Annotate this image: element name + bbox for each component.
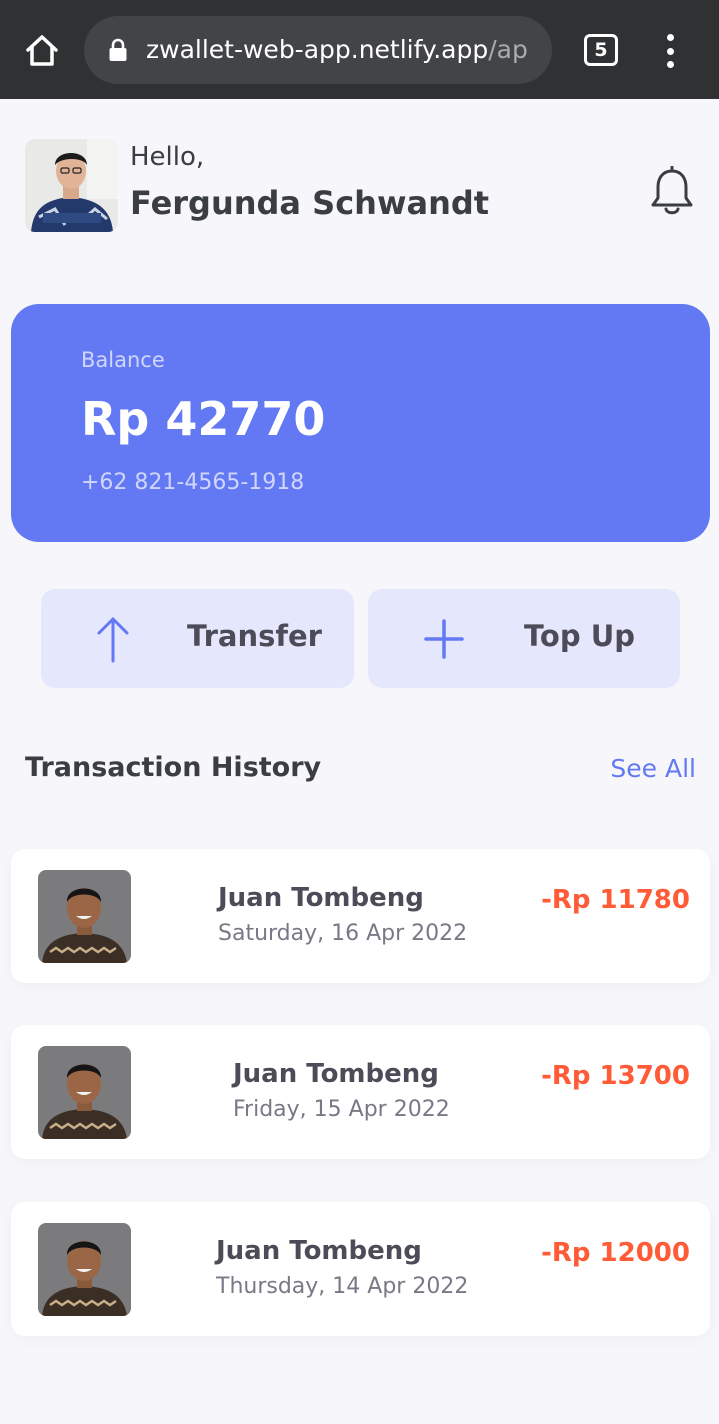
transaction-item[interactable]: Juan Tombeng Thursday, 14 Apr 2022 -Rp 1… — [11, 1202, 710, 1336]
browser-toolbar: zwallet-web-app.netlify.app/ap 5 — [0, 0, 719, 99]
url-host: zwallet-web-app.netlify.app — [146, 35, 489, 64]
contact-avatar — [38, 1046, 131, 1139]
transfer-label: Transfer — [187, 619, 322, 653]
transaction-item[interactable]: Juan Tombeng Saturday, 16 Apr 2022 -Rp 1… — [11, 849, 710, 983]
user-avatar[interactable] — [25, 139, 118, 232]
phone-number: +62 821-4565-1918 — [81, 470, 305, 495]
transaction-amount: -Rp 13700 — [541, 1061, 690, 1091]
balance-label: Balance — [81, 348, 165, 372]
top-up-button[interactable]: Top Up — [368, 589, 680, 688]
contact-avatar — [38, 870, 131, 963]
tab-count-button[interactable]: 5 — [584, 34, 618, 66]
greeting-text: Hello, — [130, 142, 205, 172]
transaction-date: Friday, 15 Apr 2022 — [233, 1097, 450, 1122]
url-text: zwallet-web-app.netlify.app/ap — [146, 16, 528, 84]
transfer-button[interactable]: Transfer — [41, 589, 354, 688]
top-up-label: Top Up — [524, 619, 636, 653]
transaction-name: Juan Tombeng — [218, 883, 424, 913]
balance-amount: Rp 42770 — [81, 392, 326, 446]
transaction-name: Juan Tombeng — [216, 1236, 422, 1266]
transaction-amount: -Rp 12000 — [541, 1238, 690, 1268]
url-path: /ap — [488, 35, 528, 64]
lock-icon — [109, 38, 127, 61]
transaction-date: Saturday, 16 Apr 2022 — [218, 921, 468, 946]
transaction-date: Thursday, 14 Apr 2022 — [216, 1274, 469, 1299]
transaction-amount: -Rp 11780 — [541, 885, 690, 915]
home-icon[interactable] — [22, 30, 62, 70]
plus-icon — [424, 619, 464, 659]
transaction-name: Juan Tombeng — [233, 1059, 439, 1089]
transaction-history-title: Transaction History — [25, 752, 322, 783]
contact-avatar — [38, 1223, 131, 1316]
address-bar[interactable]: zwallet-web-app.netlify.app/ap — [84, 16, 552, 84]
more-vert-icon[interactable] — [660, 34, 680, 68]
transaction-item[interactable]: Juan Tombeng Friday, 15 Apr 2022 -Rp 137… — [11, 1025, 710, 1159]
arrow-up-icon — [97, 617, 129, 663]
user-name: Fergunda Schwandt — [130, 184, 490, 222]
balance-card: Balance Rp 42770 +62 821-4565-1918 — [11, 304, 710, 542]
see-all-link[interactable]: See All — [610, 754, 696, 783]
bell-icon[interactable] — [648, 166, 696, 218]
